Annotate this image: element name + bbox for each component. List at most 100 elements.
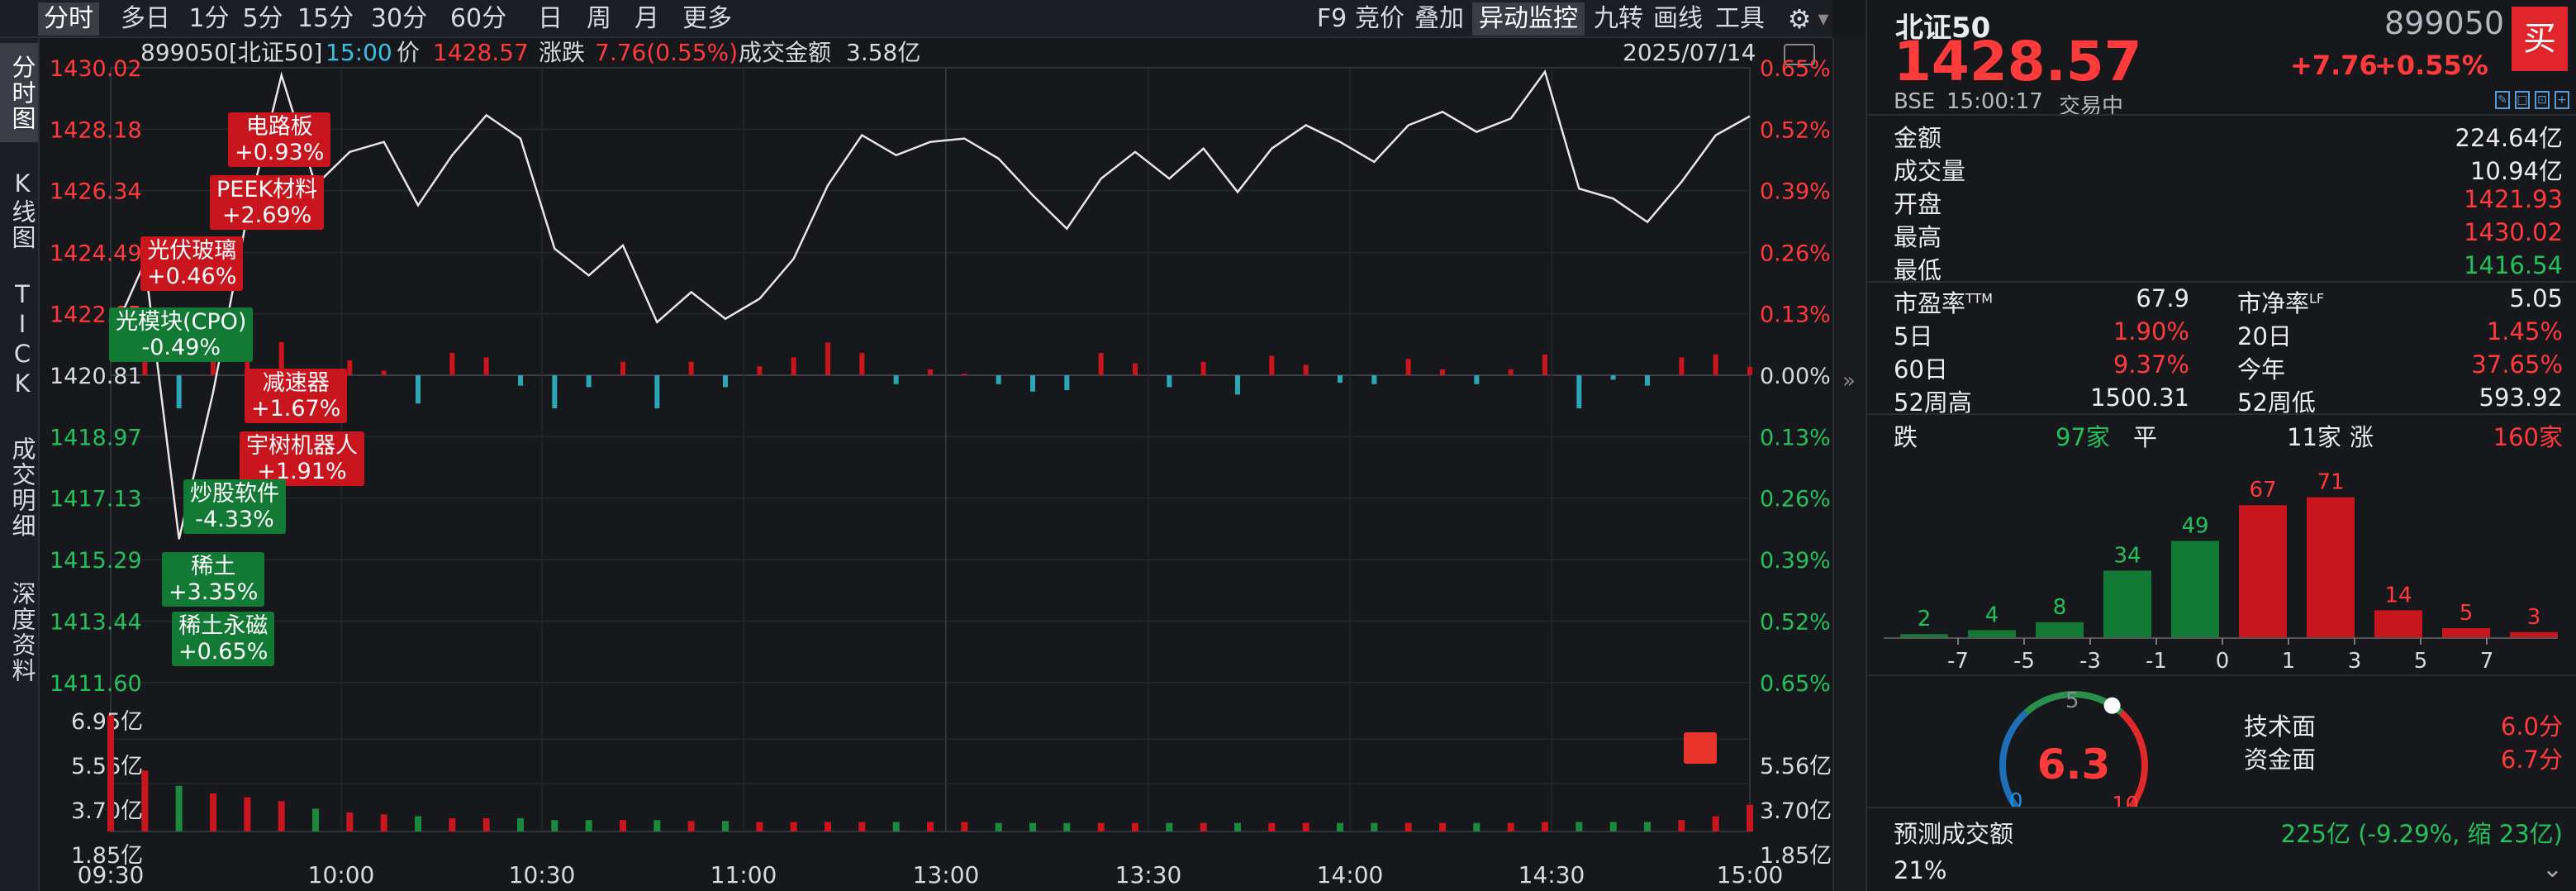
divider <box>1867 281 2576 283</box>
toolbar-item[interactable]: 九转 <box>1593 2 1644 36</box>
tab-period[interactable]: 更多 <box>677 2 737 36</box>
tab-period[interactable]: 5分 <box>240 2 286 36</box>
flow-bar <box>1064 375 1070 390</box>
tab-period[interactable]: 周 <box>580 2 618 36</box>
ratio-value: 37.65% <box>2471 350 2563 379</box>
stat-value: 1430.02 <box>2464 218 2563 246</box>
sidebar-view-tab[interactable]: 分时图 <box>0 43 38 142</box>
distribution-value: 5 <box>2460 601 2474 626</box>
price-axis-label: 1424.49 <box>50 241 142 266</box>
flow-bar <box>381 370 387 375</box>
event-tag[interactable]: PEEK材料 +2.69% <box>210 175 325 230</box>
volume-bar <box>107 715 114 831</box>
tab-period[interactable]: 月 <box>628 2 666 36</box>
chevron-down-icon[interactable]: ▾ <box>1814 2 1832 36</box>
ratio-value: 593.92 <box>2479 384 2563 412</box>
sidebar-view-tab[interactable]: 成交明细 <box>0 422 38 554</box>
expand-icon[interactable]: ⊡ <box>2535 91 2550 109</box>
event-tag[interactable]: 减速器 +1.67% <box>245 369 348 423</box>
toolbar-item[interactable]: F9 <box>1315 2 1348 36</box>
ratio-value: 67.9 <box>2136 284 2189 312</box>
volume-bar <box>1609 822 1617 831</box>
distribution-value: 49 <box>2181 513 2208 538</box>
flow-bar <box>1508 369 1514 375</box>
event-tag[interactable]: 稀土永磁 +0.65% <box>172 612 275 666</box>
sidebar-view-tab[interactable]: 深度资料 <box>0 570 38 694</box>
tab-period[interactable]: 分时 <box>38 2 99 36</box>
add-icon[interactable]: + <box>2555 91 2569 109</box>
toolbar-item[interactable]: 画线 <box>1651 2 1705 36</box>
event-tag-name: 光伏玻璃 <box>147 238 237 264</box>
gear-icon[interactable]: ⚙ <box>1785 2 1814 36</box>
gauge-mid: 5 <box>2065 688 2079 713</box>
event-tag[interactable]: 光伏玻璃 +0.46% <box>140 236 244 291</box>
flow-bar <box>1405 359 1411 375</box>
tab-period[interactable]: 30分 <box>367 2 431 36</box>
event-tag[interactable]: 稀土 +3.35% <box>162 552 265 607</box>
distribution-tick-label: 3 <box>2348 649 2362 674</box>
volume-bar <box>1473 822 1480 831</box>
distribution-tick-label: -7 <box>1947 649 1969 674</box>
volume-bar <box>210 793 216 831</box>
event-tag[interactable]: 炒股软件 -4.33% <box>183 479 286 534</box>
volume-axis-label: 5.56亿 <box>71 754 143 779</box>
toolbar-item[interactable]: 竞价 <box>1355 2 1404 36</box>
volume-bar <box>1097 822 1105 831</box>
tab-period[interactable]: 15分 <box>294 2 357 36</box>
distribution-bar <box>2307 497 2355 638</box>
quote-time: 15:00:17 <box>1946 89 2043 114</box>
volume-bar <box>1132 822 1138 831</box>
ratio-label: 今年 <box>2237 355 2286 384</box>
pct-axis-label: 0.00% <box>1760 364 1831 389</box>
volume-bar <box>1404 822 1412 831</box>
toolbar-item[interactable]: 叠加 <box>1413 2 1466 36</box>
event-tag[interactable]: 电路板 +0.93% <box>228 112 331 167</box>
event-tag-name: 光模块(CPO) <box>116 309 247 335</box>
volume-bar <box>1712 816 1719 831</box>
volume-bar <box>1200 822 1207 831</box>
flow-bar <box>1713 354 1718 375</box>
tab-period[interactable]: 1分 <box>187 2 231 36</box>
collapse-panel-handle[interactable]: » <box>1832 38 1865 891</box>
toolbar-item[interactable]: 工具 <box>1713 2 1766 36</box>
window-icon[interactable]: □ <box>2515 91 2530 109</box>
price-axis-label: 1411.60 <box>50 671 142 697</box>
time-axis-label: 13:00 <box>913 861 980 889</box>
volume-bar <box>175 785 183 831</box>
flow-bar <box>1610 375 1616 380</box>
forecast-value: 225亿 (-9.29%, 缩 23亿) <box>2280 820 2563 848</box>
tab-period[interactable]: 日 <box>534 2 567 36</box>
edit-icon[interactable]: ✎ <box>2495 91 2510 109</box>
event-tag[interactable]: 光模块(CPO) -0.49% <box>109 307 254 362</box>
sidebar-view-tab[interactable]: K线图 <box>0 162 38 258</box>
volume-bar <box>449 817 456 831</box>
volume-bar <box>825 822 831 831</box>
flow-bar <box>1474 375 1480 384</box>
pct-axis-label: 0.39% <box>1760 548 1831 574</box>
info-price: 1428.57 <box>433 39 529 66</box>
tab-period[interactable]: 多日 <box>112 2 178 36</box>
volume-bar <box>1507 822 1514 831</box>
distribution-bar <box>2374 610 2422 638</box>
distribution-bar <box>1968 630 2016 638</box>
info-time: 15:00 <box>326 39 392 66</box>
distribution-value: 34 <box>2113 543 2141 568</box>
flow-bar <box>347 360 353 375</box>
divider <box>1867 413 2576 415</box>
amount-label: 成交金额 <box>739 39 831 66</box>
tab-period[interactable]: 60分 <box>444 2 512 36</box>
flow-bar <box>483 357 489 375</box>
distribution-bar <box>2036 622 2084 638</box>
ratio-value: 1.45% <box>2486 317 2563 345</box>
distribution-tick-label: -5 <box>2013 649 2035 674</box>
buy-button[interactable]: 买 <box>2512 7 2568 71</box>
distribution-value: 3 <box>2527 605 2541 630</box>
event-tag[interactable]: 宇树机器人 +1.91% <box>240 431 364 486</box>
chevron-right-icon[interactable]: » <box>1842 369 1856 393</box>
toolbar-item[interactable]: 异动监控 <box>1472 2 1585 36</box>
quote-panel: 北证50 899050 1428.57 +7.76 +0.55% BSE 15:00:17 交… <box>1865 0 2576 891</box>
chevron-down-icon[interactable]: ⌄ <box>2542 855 2563 884</box>
distribution-bar <box>2103 570 2151 638</box>
sidebar-view-tab[interactable]: TICK <box>0 278 38 402</box>
flow-bar <box>1679 357 1685 375</box>
